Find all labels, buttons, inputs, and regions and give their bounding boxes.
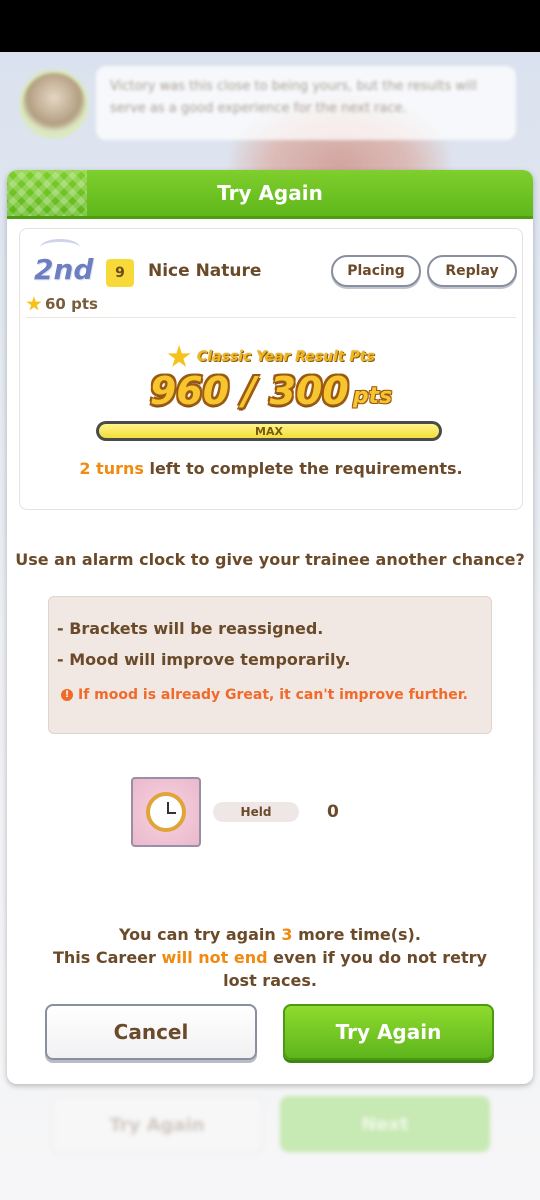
placing-button[interactable]: Placing	[331, 255, 421, 287]
warning-row: ! If mood is already Great, it can't imp…	[61, 687, 468, 703]
turns-suffix: left to complete the requirements.	[143, 459, 463, 478]
progress-label: MAX	[255, 424, 283, 438]
try-again-button[interactable]: Try Again	[283, 1004, 494, 1060]
horse-name: Nice Nature	[148, 261, 262, 281]
result-points-value: 960 / 300	[149, 369, 349, 413]
warning-text: If mood is already Great, it can't impro…	[78, 687, 468, 703]
result-progress-bar: MAX	[96, 421, 442, 441]
horse-number: 9	[106, 259, 134, 287]
dialog-title: Try Again	[217, 181, 323, 205]
star-icon	[26, 296, 42, 311]
result-points-label-row: Classic Year Result Pts	[20, 345, 522, 369]
alarm-clock-question: Use an alarm clock to give your trainee …	[15, 550, 525, 569]
result-points-unit: pts	[352, 384, 393, 409]
alarm-clock-item	[131, 777, 201, 847]
alarm-clock-icon	[146, 792, 186, 832]
cancel-button[interactable]: Cancel	[45, 1004, 257, 1060]
dialog-header: Try Again	[7, 170, 533, 219]
result-points-label: Classic Year Result Pts	[197, 349, 375, 365]
placement-points: 60 pts	[45, 295, 98, 313]
retry-info-text: You can try again 3 more time(s). This C…	[37, 923, 503, 992]
status-bar	[0, 0, 540, 52]
warning-icon: !	[61, 689, 73, 701]
retry-prefix: You can try again	[119, 925, 282, 944]
held-label: Held	[213, 802, 299, 822]
race-result-card: 2nd 60 pts 9 Nice Nature Placing Replay …	[19, 228, 523, 510]
held-count: 0	[327, 802, 339, 822]
turns-count: 2 turns	[79, 459, 144, 478]
turns-remaining-text: 2 turns left to complete the requirement…	[20, 459, 522, 478]
star-icon	[167, 345, 191, 367]
info-box: - Brackets will be reassigned. - Mood wi…	[48, 596, 492, 734]
retry-count: 3	[281, 925, 293, 944]
placement-points-row: 60 pts	[26, 295, 98, 313]
retry-suffix: more time(s).	[292, 925, 421, 944]
replay-button[interactable]: Replay	[427, 255, 517, 287]
header-pattern	[7, 170, 87, 216]
result-points-row: 960 / 300 pts	[20, 369, 522, 413]
info-line-mood: - Mood will improve temporarily.	[57, 650, 351, 669]
career-accent: will not end	[161, 948, 268, 967]
info-line-brackets: - Brackets will be reassigned.	[57, 619, 324, 638]
placement-badge: 2nd	[34, 253, 94, 286]
try-again-dialog: Try Again 2nd 60 pts 9 Nice Nature Placi…	[7, 170, 533, 1084]
career-prefix: This Career	[53, 948, 162, 967]
card-divider	[26, 317, 516, 318]
progress-fill: MAX	[99, 424, 439, 438]
